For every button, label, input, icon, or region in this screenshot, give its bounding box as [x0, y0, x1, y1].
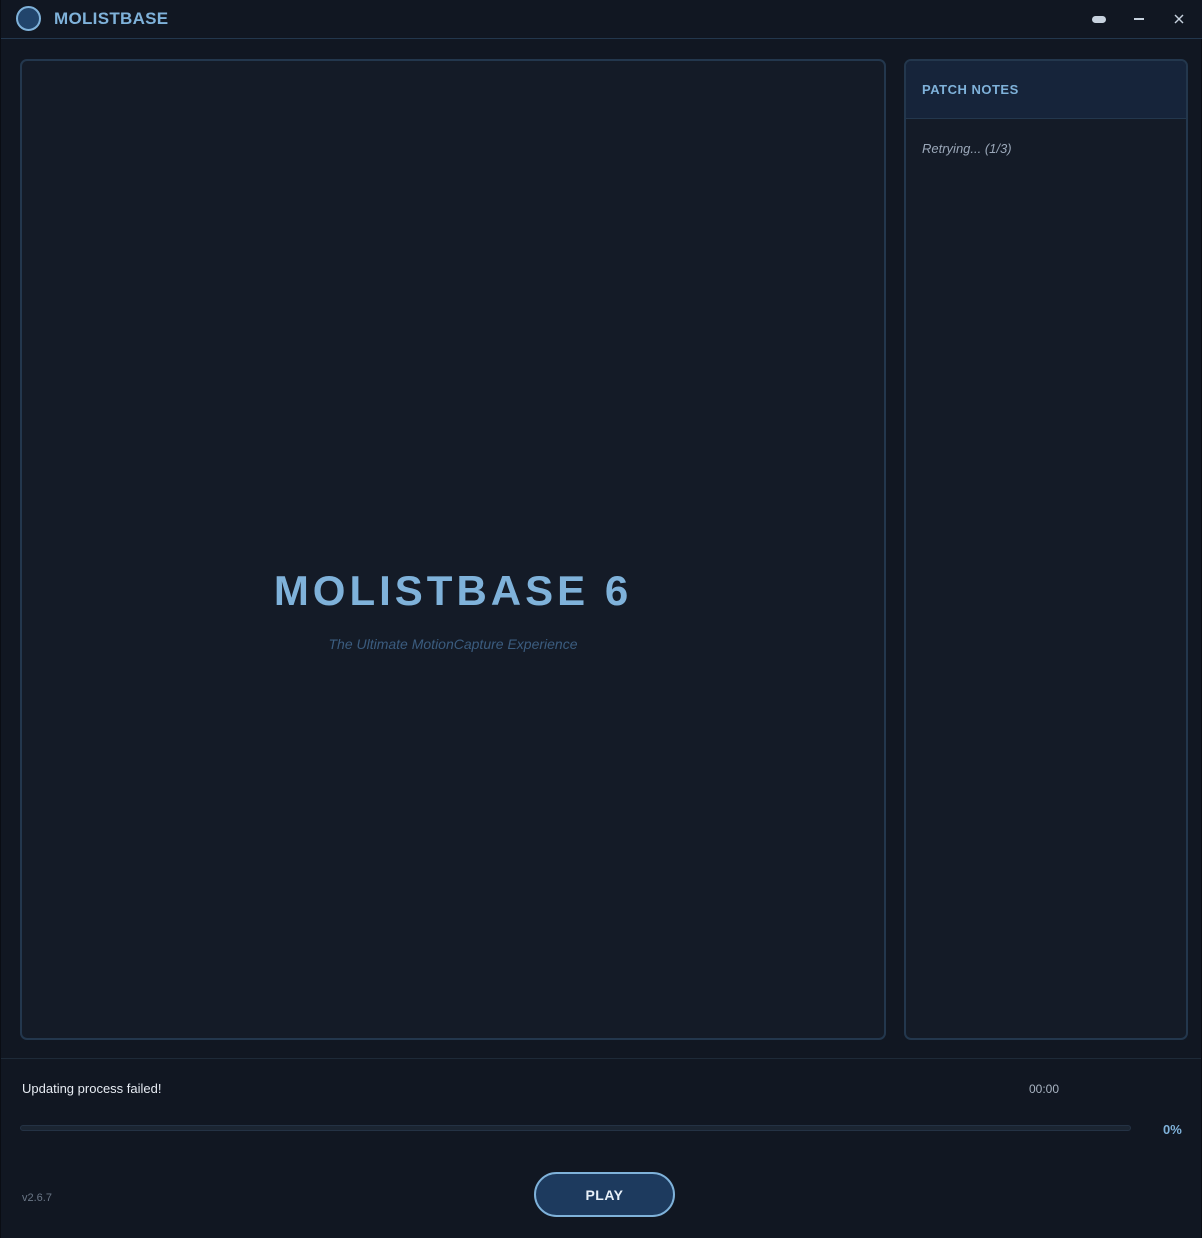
hero-panel: MOLISTBASE 6 The Ultimate MotionCapture … [20, 59, 886, 1040]
footer: Updating process failed! 00:00 0% v2.6.7… [1, 1058, 1201, 1238]
pill-icon [1092, 15, 1106, 23]
patch-notes-header: PATCH NOTES [906, 61, 1186, 119]
update-status: Updating process failed! [22, 1081, 162, 1096]
close-button[interactable] [1166, 6, 1192, 32]
patch-notes-content: Retrying... (1/3) [922, 141, 1012, 156]
version-label: v2.6.7 [22, 1192, 52, 1204]
hero-subtitle: The Ultimate MotionCapture Experience [328, 636, 578, 652]
progress-bar [20, 1125, 1131, 1131]
app-title: MOLISTBASE [54, 9, 169, 28]
minimize-button[interactable] [1126, 6, 1152, 32]
launcher-window: MOLISTBASE MOLISTBASE 6 The Ultimate Mot… [0, 0, 1202, 1238]
play-button[interactable]: PLAY [534, 1172, 675, 1217]
patch-notes-panel: PATCH NOTES Retrying... (1/3) [904, 59, 1188, 1040]
progress-percent: 0% [1163, 1122, 1182, 1137]
timer: 00:00 [1029, 1082, 1060, 1096]
title-bar: MOLISTBASE [1, 0, 1202, 39]
minimize-icon [1134, 18, 1144, 20]
pill-button[interactable] [1086, 6, 1112, 32]
hero-title: MOLISTBASE 6 [273, 567, 633, 614]
app-logo-icon [16, 6, 41, 31]
patch-notes-title: PATCH NOTES [922, 82, 1019, 97]
close-icon [1174, 14, 1184, 24]
